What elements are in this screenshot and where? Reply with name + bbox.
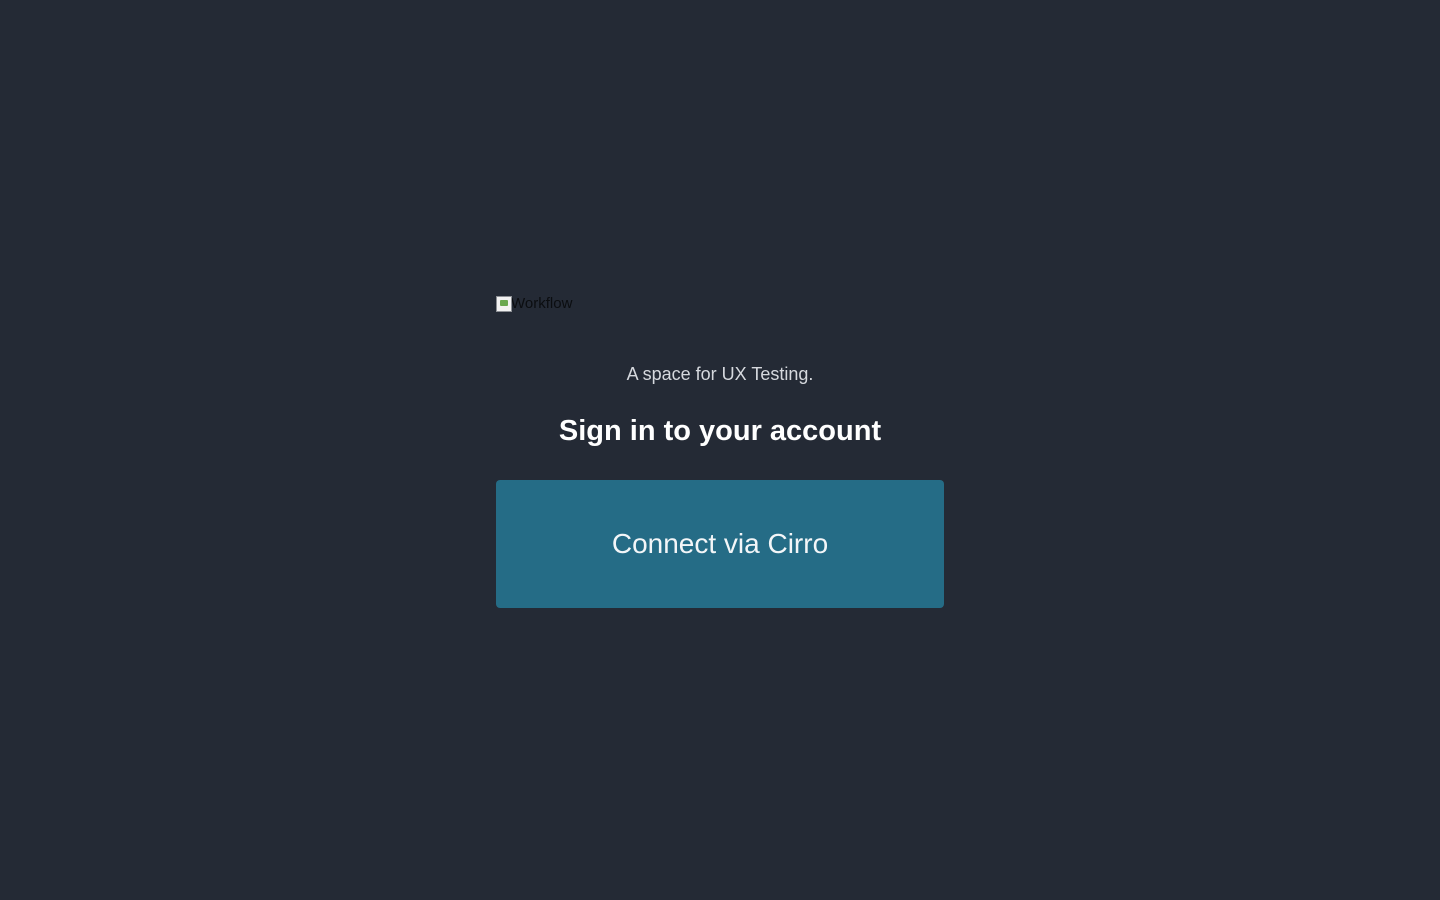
broken-image-icon (496, 296, 512, 312)
workflow-logo: Workflow (496, 292, 572, 316)
connect-button-label: Connect via Cirro (611, 528, 829, 559)
login-page: Workflow A space for UX Testing. Sign in… (0, 0, 1440, 900)
page-title: Sign in to your account (558, 415, 882, 447)
connect-via-cirro-button[interactable]: Connect via Cirro (496, 480, 944, 608)
tagline: A space for UX Testing. (626, 364, 814, 384)
logo-alt-text: Workflow (511, 295, 573, 312)
